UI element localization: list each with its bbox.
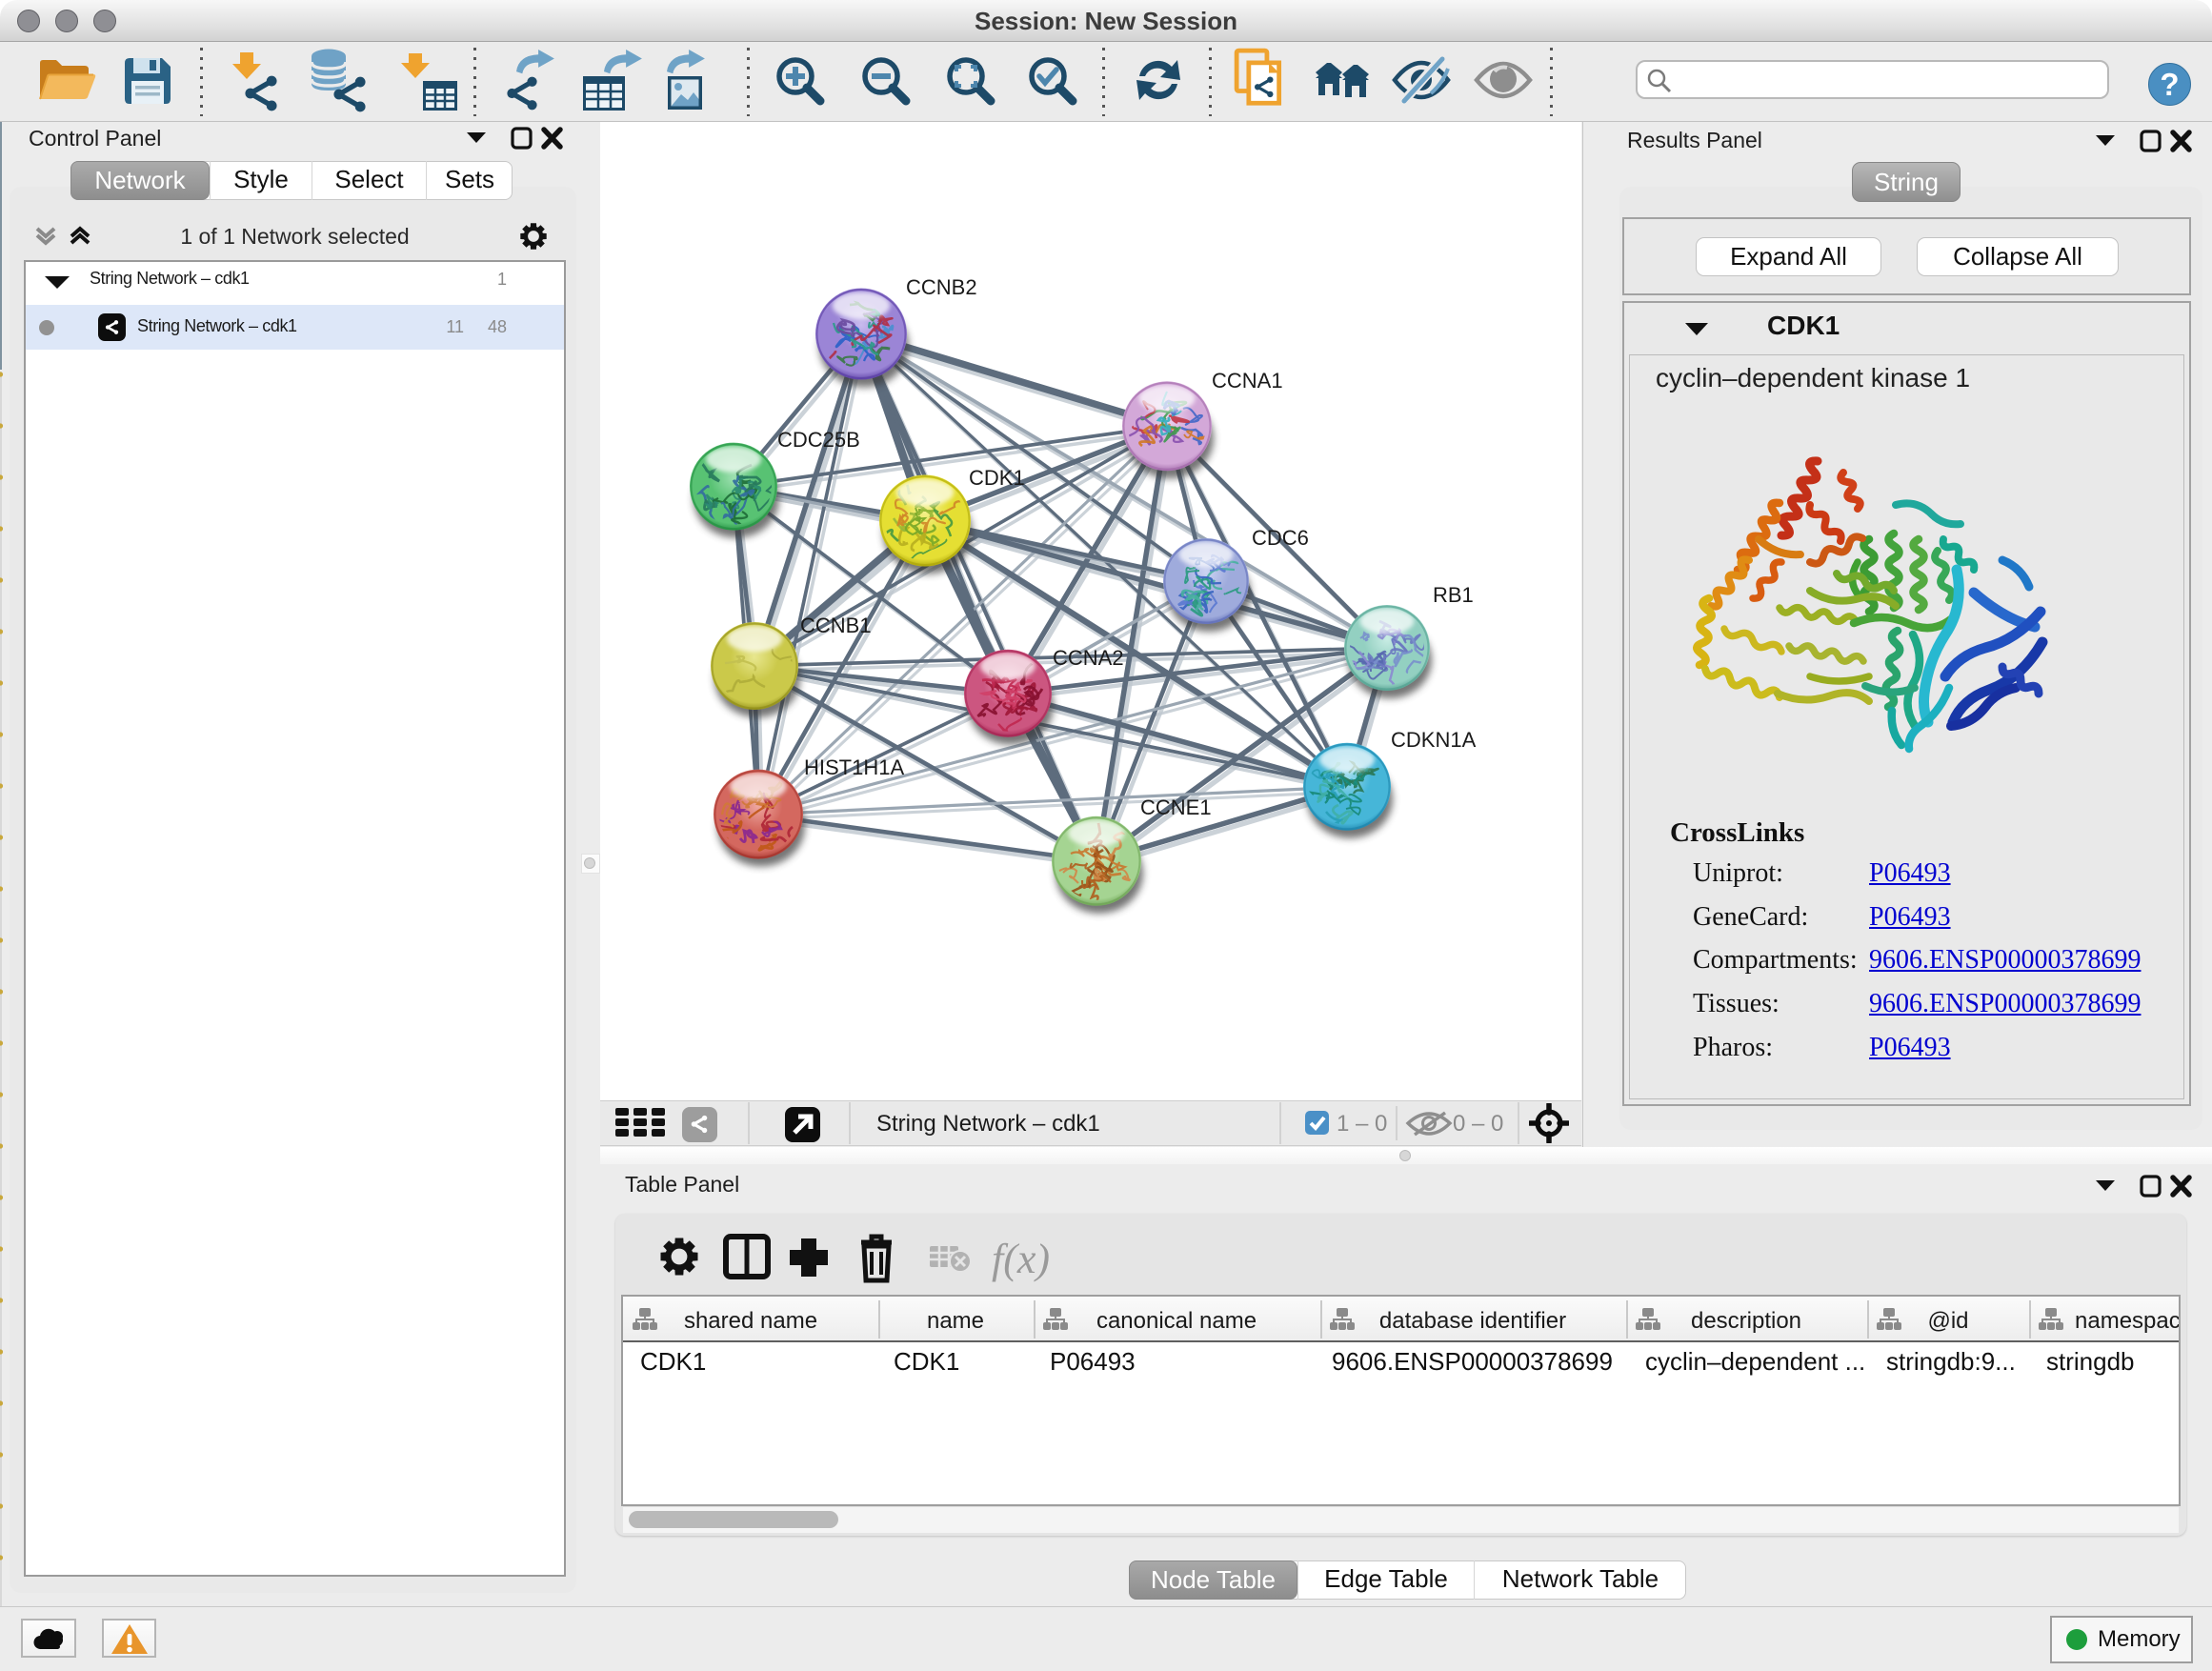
svg-text:@id: @id [1927, 1308, 1968, 1334]
svg-text:1 – 0: 1 – 0 [1337, 1111, 1387, 1137]
svg-text:canonical name: canonical name [1096, 1308, 1257, 1334]
svg-text:HIST1H1A: HIST1H1A [804, 755, 904, 779]
svg-text:shared name: shared name [684, 1308, 817, 1334]
svg-text:database identifier: database identifier [1379, 1308, 1566, 1334]
svg-text:name: name [927, 1308, 984, 1334]
svg-text:CDC25B: CDC25B [777, 428, 860, 452]
svg-text:namespace: namespace [2075, 1308, 2179, 1334]
svg-text:CDC6: CDC6 [1252, 526, 1309, 550]
svg-text:CCNA2: CCNA2 [1053, 646, 1124, 670]
svg-text:RB1: RB1 [1433, 583, 1474, 607]
svg-text:0 – 0: 0 – 0 [1453, 1111, 1503, 1137]
svg-text:CCNB1: CCNB1 [800, 614, 872, 637]
svg-text:CCNE1: CCNE1 [1140, 795, 1212, 819]
svg-text:description: description [1691, 1308, 1801, 1334]
svg-text:CCNB2: CCNB2 [906, 275, 977, 299]
svg-text:f(x): f(x) [992, 1236, 1050, 1282]
svg-text:CDK1: CDK1 [969, 466, 1025, 490]
svg-text:CDKN1A: CDKN1A [1391, 728, 1477, 752]
svg-text:CCNA1: CCNA1 [1212, 369, 1283, 393]
